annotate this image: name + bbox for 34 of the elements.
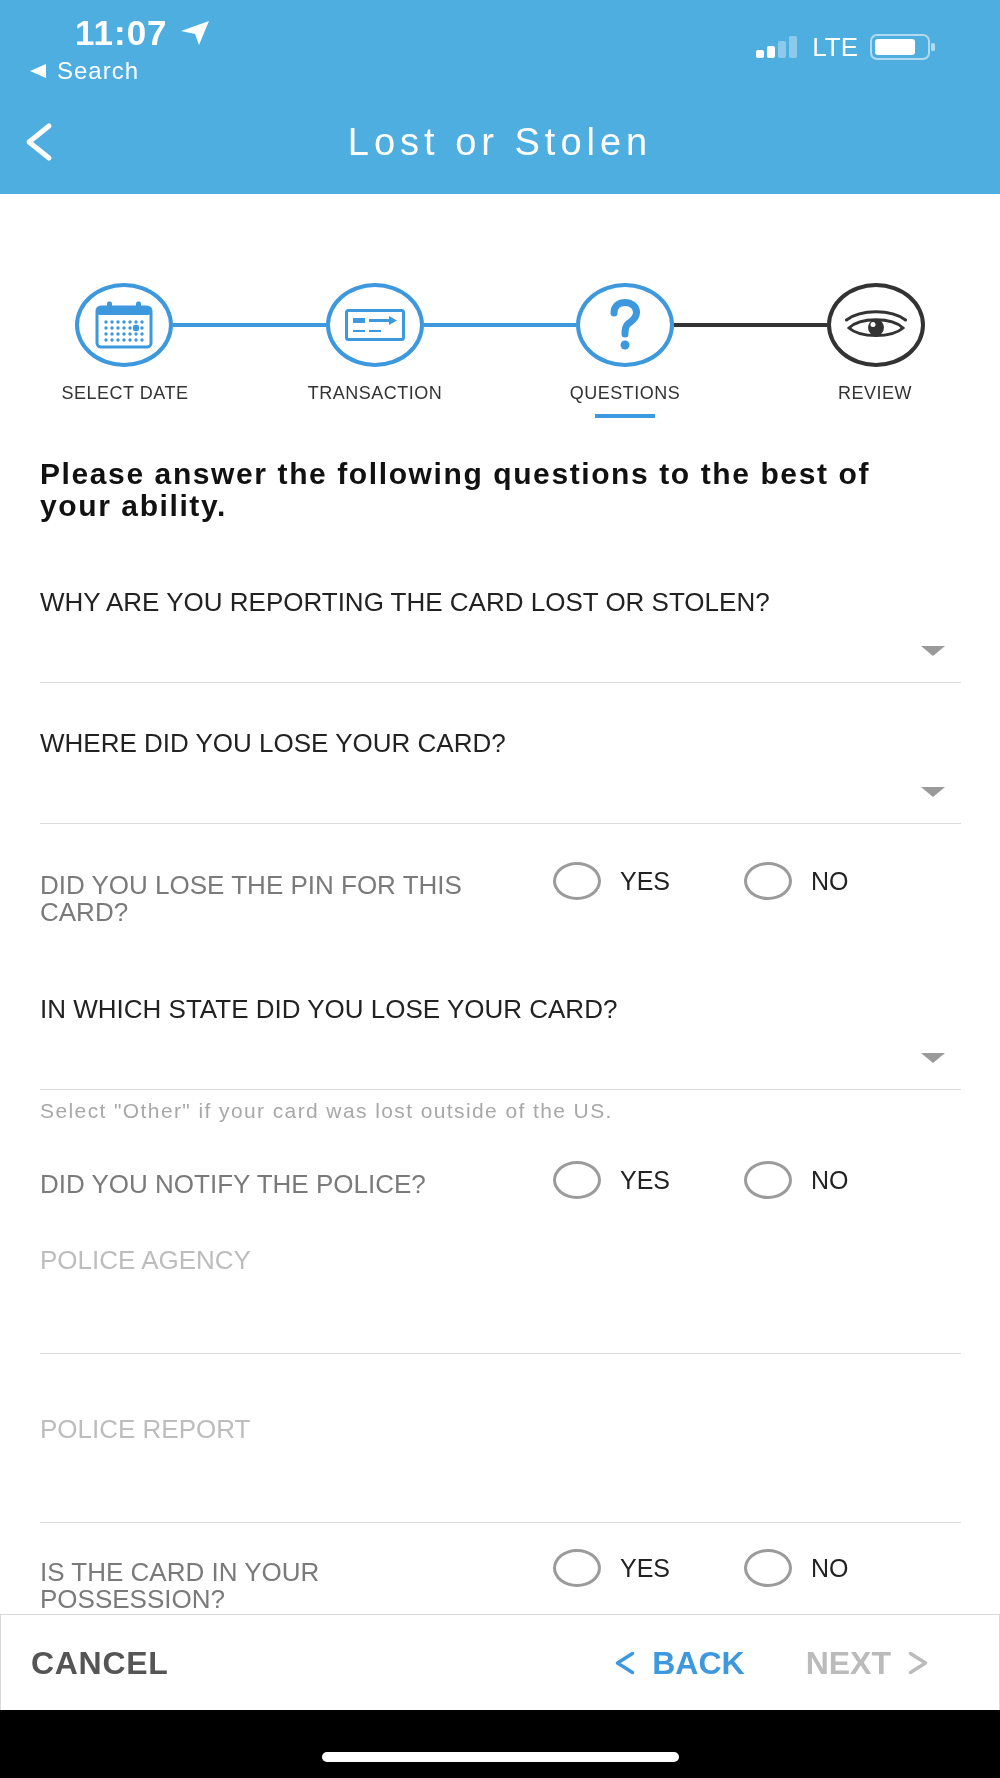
status-time: 11:07 — [75, 16, 168, 50]
calendar-icon — [95, 301, 153, 349]
question-label: DID YOU NOTIFY THE POLICE? — [40, 1171, 427, 1198]
network-type: LTE — [812, 34, 858, 60]
caret-icon — [921, 646, 945, 656]
step-label: SELECT DATE — [61, 382, 189, 404]
chevron-left-icon — [24, 121, 54, 163]
cancel-button[interactable]: CANCEL — [31, 1644, 169, 1681]
question-label: WHY ARE YOU REPORTING THE CARD LOST OR STOLEN? — [40, 588, 771, 616]
radio-option[interactable]: NO — [744, 1549, 849, 1587]
radio-option[interactable]: NO — [744, 862, 849, 900]
step-label: TRANSACTION — [307, 382, 443, 404]
caret-icon — [921, 1053, 945, 1063]
screen-title: Lost or Stolen — [347, 120, 653, 164]
battery-icon — [870, 34, 936, 60]
eye-icon — [845, 310, 907, 340]
question-label: IS THE CARD IN YOUR POSSESSION? — [40, 1559, 321, 1613]
caret-icon — [921, 787, 945, 797]
question-label: WHERE DID YOU LOSE YOUR CARD? — [40, 729, 507, 757]
radio-option[interactable]: YES — [553, 1549, 671, 1587]
radio-option[interactable]: NO — [744, 1161, 849, 1199]
radio-option[interactable]: YES — [553, 1161, 671, 1199]
chevron-right-icon — [907, 1649, 929, 1676]
question-label: DID YOU LOSE THE PIN FOR THIS CARD? — [40, 872, 463, 926]
back-triangle-icon — [30, 64, 46, 78]
radio-option[interactable]: YES — [553, 862, 671, 900]
help-text: Select "Other" if your card was lost outside of the US. — [40, 1099, 614, 1123]
chevron-left-icon — [614, 1649, 637, 1676]
step-label: QUESTIONS — [569, 382, 681, 404]
instructions-text: Please answer the following questions to the best of your ability. — [40, 458, 871, 522]
step-label: REVIEW — [838, 382, 912, 404]
question-mark-icon — [609, 299, 642, 351]
question-label: IN WHICH STATE DID YOU LOSE YOUR CARD? — [40, 995, 619, 1023]
location-arrow-icon — [179, 20, 210, 46]
